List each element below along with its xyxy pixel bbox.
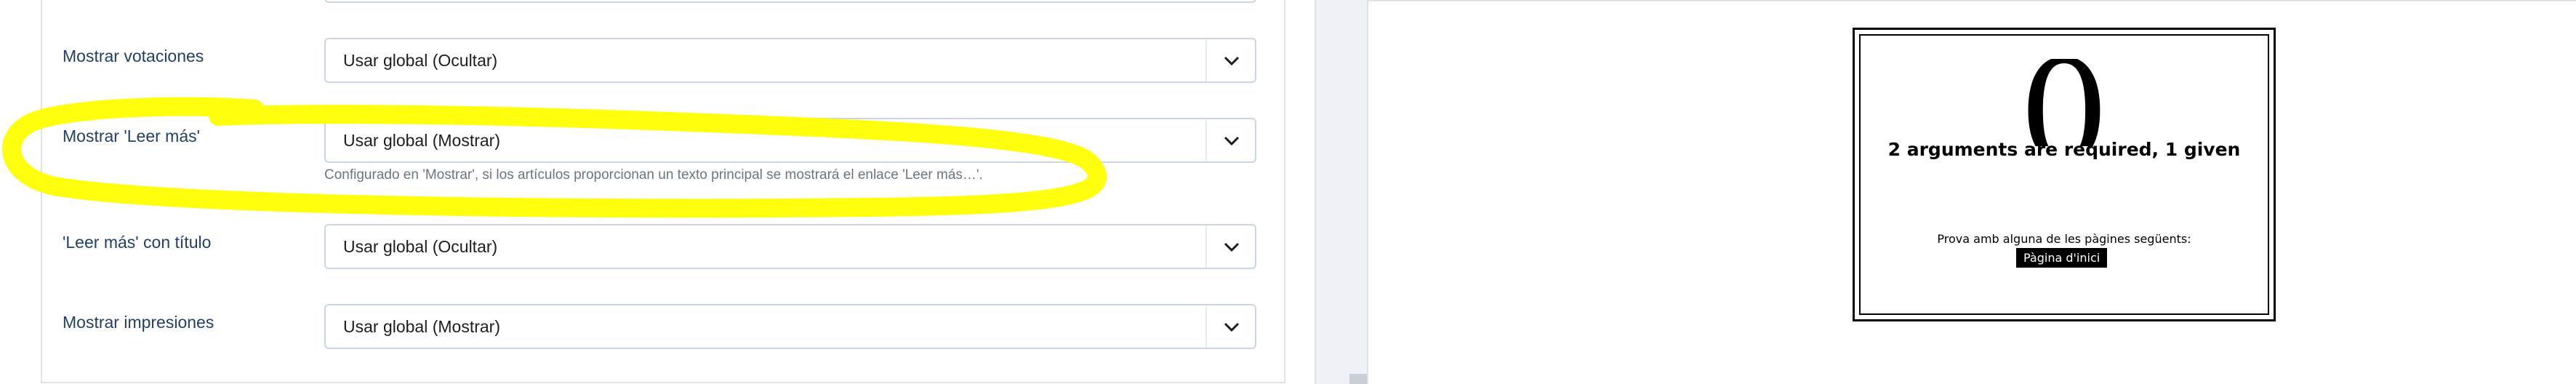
- select-separator: [1205, 39, 1207, 81]
- select-value: Usar global (Mostrar): [343, 131, 500, 150]
- select-above[interactable]: [324, 0, 1256, 3]
- label-show-votes: Mostrar votaciones: [63, 47, 204, 65]
- scrollbar-thumb[interactable]: [1349, 374, 1367, 384]
- select-value: Usar global (Ocultar): [343, 51, 498, 70]
- select-separator: [1205, 225, 1207, 268]
- scrollbar-track[interactable]: [1315, 0, 1367, 384]
- label-show-hits: Mostrar impresiones: [63, 313, 214, 332]
- select-value: Usar global (Mostrar): [343, 317, 500, 336]
- select-show-hits[interactable]: Usar global (Mostrar): [324, 304, 1256, 349]
- label-readmore-title: 'Leer más' con título: [63, 233, 212, 252]
- select-separator: [1205, 305, 1207, 348]
- select-show-readmore[interactable]: Usar global (Mostrar): [324, 118, 1256, 163]
- error-code: 0: [2018, 59, 2110, 146]
- chevron-down-icon[interactable]: [1221, 319, 1242, 336]
- panel-gap: [1285, 0, 1315, 384]
- error-title: 2 arguments are required, 1 given: [1887, 139, 2241, 160]
- select-value: Usar global (Ocultar): [343, 237, 498, 256]
- error-suggestion: Prova amb alguna de les pàgines següents…: [1937, 232, 2191, 246]
- label-show-readmore: Mostrar 'Leer más': [63, 127, 200, 145]
- chevron-down-icon[interactable]: [1221, 239, 1242, 256]
- select-separator: [1205, 119, 1207, 161]
- readmore-hint: Configurado en 'Mostrar', si los artícul…: [324, 167, 983, 183]
- home-link[interactable]: Pàgina d'inici: [2016, 248, 2108, 268]
- select-show-votes[interactable]: Usar global (Ocultar): [324, 38, 1256, 83]
- chevron-down-icon[interactable]: [1221, 52, 1242, 70]
- chevron-down-icon[interactable]: [1221, 132, 1242, 150]
- error-page: 0 2 arguments are required, 1 given Prov…: [1853, 28, 2276, 321]
- select-readmore-title[interactable]: Usar global (Ocultar): [324, 224, 1256, 269]
